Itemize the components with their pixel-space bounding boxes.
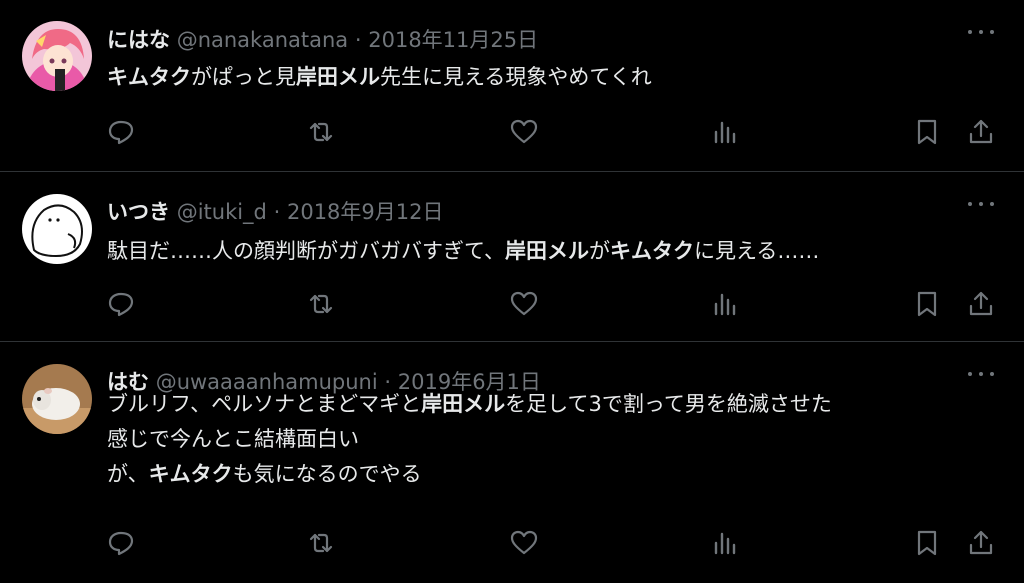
- author-name[interactable]: いつき: [107, 200, 170, 224]
- more-icon[interactable]: [968, 26, 994, 38]
- highlighted-text: 岸田メル: [421, 392, 506, 416]
- tweet-actions: [0, 528, 1024, 558]
- views-icon[interactable]: [710, 528, 740, 558]
- tweet-text-line: キムタクがぱっと見岸田メル先生に見える現象やめてくれ: [107, 60, 1004, 95]
- retweet-icon[interactable]: [306, 117, 336, 147]
- views-icon[interactable]: [710, 117, 740, 147]
- bookmark-icon[interactable]: [912, 117, 942, 147]
- tweet-actions: [0, 289, 1024, 319]
- highlighted-text: 岸田メル: [296, 65, 380, 89]
- tweet-text: キムタクがぱっと見岸田メル先生に見える現象やめてくれ: [107, 60, 1004, 95]
- tweet-text: ブルリフ、ペルソナとまどマギと岸田メルを足して3で割って男を絶滅させた感じで今ん…: [107, 387, 1004, 492]
- more-icon[interactable]: [968, 198, 994, 210]
- avatar[interactable]: [22, 364, 92, 434]
- text-run: を足して3で割って男を絶滅させた: [505, 392, 832, 416]
- tweet[interactable]: いつき @ituki_d · 2018年9月12日 駄目だ……人の顔判断がガバガ…: [0, 172, 1024, 342]
- tweet-text-line: ブルリフ、ペルソナとまどマギと岸田メルを足して3で割って男を絶滅させた: [107, 387, 1004, 422]
- tweet-actions: [0, 117, 1024, 147]
- tweet[interactable]: にはな @nanakanatana · 2018年11月25日 キムタクがぱっと…: [0, 0, 1024, 172]
- highlighted-text: キムタク: [107, 65, 191, 89]
- timeline: にはな @nanakanatana · 2018年11月25日 キムタクがぱっと…: [0, 0, 1024, 583]
- text-run: が、: [107, 462, 149, 486]
- views-icon[interactable]: [710, 289, 740, 319]
- highlighted-text: キムタク: [148, 462, 233, 486]
- text-run: が: [588, 239, 610, 263]
- tweet-text-line: 駄目だ……人の顔判断がガバガバすぎて、岸田メルがキムタクに見える……: [107, 234, 1004, 269]
- author-handle[interactable]: @ituki_d: [177, 200, 267, 224]
- author-handle[interactable]: @nanakanatana: [177, 28, 348, 52]
- share-icon[interactable]: [966, 117, 996, 147]
- heart-icon[interactable]: [509, 289, 539, 319]
- avatar[interactable]: [22, 21, 92, 91]
- text-run: ブルリフ、ペルソナとまどマギと: [107, 392, 422, 416]
- text-run: がぱっと見: [191, 65, 296, 89]
- tweet[interactable]: はむ @uwaaaanhamupuni · 2019年6月1日 ブルリフ、ペルソ…: [0, 342, 1024, 583]
- text-run: 感じで今んとこ結構面白い: [107, 427, 359, 451]
- share-icon[interactable]: [966, 289, 996, 319]
- text-run: に見える……: [693, 239, 820, 263]
- heart-icon[interactable]: [509, 117, 539, 147]
- reply-icon[interactable]: [106, 528, 136, 558]
- separator: ·: [354, 28, 362, 52]
- author-name[interactable]: にはな: [107, 28, 170, 52]
- bookmark-icon[interactable]: [912, 528, 942, 558]
- text-run: も気になるのでやる: [232, 462, 422, 486]
- highlighted-text: キムタク: [609, 239, 694, 263]
- heart-icon[interactable]: [509, 528, 539, 558]
- tweet-header: いつき @ituki_d · 2018年9月12日: [107, 196, 444, 226]
- separator: ·: [273, 200, 281, 224]
- bookmark-icon[interactable]: [912, 289, 942, 319]
- tweet-date[interactable]: 2018年9月12日: [287, 200, 444, 224]
- tweet-text-line: が、キムタクも気になるのでやる: [107, 457, 1004, 492]
- avatar[interactable]: [22, 194, 92, 264]
- tweet-header: にはな @nanakanatana · 2018年11月25日: [107, 24, 538, 54]
- text-run: 先生に見える現象やめてくれ: [380, 65, 652, 89]
- retweet-icon[interactable]: [306, 528, 336, 558]
- reply-icon[interactable]: [106, 289, 136, 319]
- retweet-icon[interactable]: [306, 289, 336, 319]
- tweet-text-line: 感じで今んとこ結構面白い: [107, 422, 1004, 457]
- share-icon[interactable]: [966, 528, 996, 558]
- highlighted-text: 岸田メル: [504, 239, 589, 263]
- tweet-date[interactable]: 2018年11月25日: [368, 28, 538, 52]
- tweet-text: 駄目だ……人の顔判断がガバガバすぎて、岸田メルがキムタクに見える……: [107, 234, 1004, 269]
- reply-icon[interactable]: [106, 117, 136, 147]
- text-run: 駄目だ……人の顔判断がガバガバすぎて、: [107, 239, 505, 263]
- more-icon[interactable]: [968, 368, 994, 380]
